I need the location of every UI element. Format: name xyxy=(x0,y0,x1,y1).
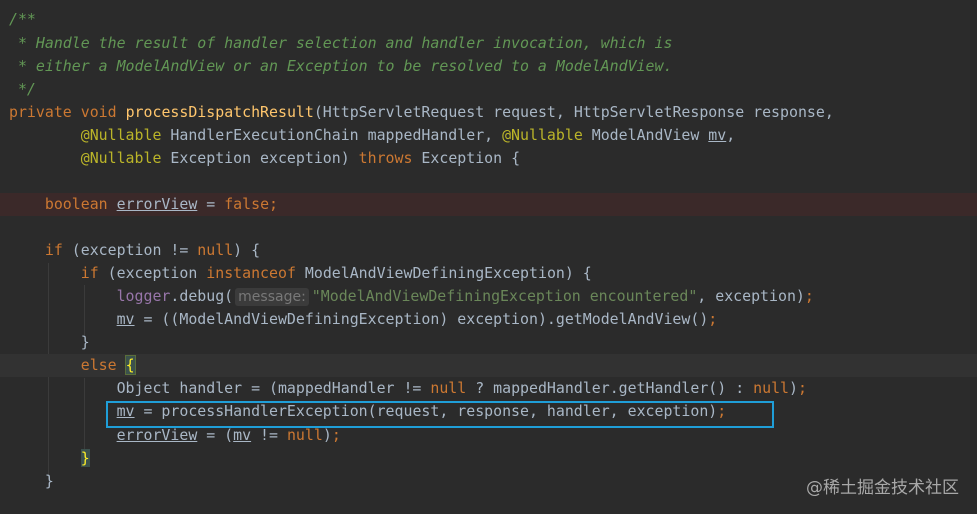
matched-brace: } xyxy=(80,449,90,467)
code-content: else { xyxy=(9,354,136,377)
code-text: ModelAndViewDefiningException) { xyxy=(295,264,592,282)
code-text: , xyxy=(726,126,736,144)
code-line[interactable]: if (exception != null) { xyxy=(0,239,977,262)
code-content: @Nullable Exception exception) throws Ex… xyxy=(9,147,520,170)
code-text: = ((ModelAndViewDefiningException) excep… xyxy=(134,310,709,328)
code-line[interactable]: * either a ModelAndView or an Exception … xyxy=(0,55,977,78)
code-text: , exception) xyxy=(697,287,805,305)
keyword: null xyxy=(753,379,790,397)
code-text: Object handler = (mappedHandler != xyxy=(116,379,431,397)
annotation: @Nullable xyxy=(80,126,162,144)
doc-comment: * Handle the result of handler selection… xyxy=(9,34,673,52)
code-text: ) { xyxy=(233,241,261,259)
code-text: HandlerExecutionChain mappedHandler, xyxy=(161,126,503,144)
code-text: = ( xyxy=(197,426,234,444)
code-text: ModelAndView xyxy=(582,126,709,144)
code-text: (HttpServletRequest request, HttpServlet… xyxy=(313,103,834,121)
code-content: logger.debug(message: "ModelAndViewDefini… xyxy=(9,285,814,308)
closing-brace: } xyxy=(80,333,90,351)
code-line[interactable]: /** xyxy=(0,8,977,31)
keyword: throws xyxy=(358,149,413,167)
keyword: void xyxy=(80,103,117,121)
code-line[interactable]: logger.debug(message: "ModelAndViewDefini… xyxy=(0,285,977,308)
keyword: false xyxy=(224,195,270,213)
keyword: null xyxy=(430,379,467,397)
string-literal: "ModelAndViewDefiningException encounter… xyxy=(311,287,698,305)
code-line[interactable]: mv = ((ModelAndViewDefiningException) ex… xyxy=(0,308,977,331)
code-text: .debug( xyxy=(170,287,234,305)
code-text: != xyxy=(251,426,287,444)
code-content: } xyxy=(9,470,54,493)
keyword: null xyxy=(286,426,323,444)
method-signature: private void processDispatchResult(HttpS… xyxy=(9,101,834,124)
semicolon: ; xyxy=(269,195,278,213)
keyword: instanceof xyxy=(206,264,296,282)
keyword: null xyxy=(197,241,234,259)
semicolon: ; xyxy=(708,310,718,328)
code-line[interactable]: } xyxy=(0,447,977,470)
annotation: @Nullable xyxy=(80,149,162,167)
keyword: private xyxy=(9,103,72,121)
keyword: boolean xyxy=(44,195,108,213)
code-line[interactable]: if (exception instanceof ModelAndViewDef… xyxy=(0,262,977,285)
code-text: Exception exception) xyxy=(161,149,359,167)
semicolon: ; xyxy=(804,287,814,305)
code-line[interactable]: @Nullable HandlerExecutionChain mappedHa… xyxy=(0,124,977,147)
code-text: (exception xyxy=(98,264,207,282)
semicolon: ; xyxy=(331,426,341,444)
variable-mv: mv xyxy=(233,426,252,444)
keyword: if xyxy=(44,241,63,259)
code-content: if (exception instanceof ModelAndViewDef… xyxy=(9,262,592,285)
code-line[interactable]: */ xyxy=(0,78,977,101)
highlight-box xyxy=(106,401,774,428)
variable-mv: mv xyxy=(708,126,727,144)
code-content: boolean errorView = false; xyxy=(9,193,278,216)
code-content: mv = ((ModelAndViewDefiningException) ex… xyxy=(9,308,718,331)
code-editor[interactable]: /** * Handle the result of handler selec… xyxy=(0,0,977,514)
code-content: } xyxy=(9,331,90,354)
code-content: @Nullable HandlerExecutionChain mappedHa… xyxy=(9,124,735,147)
doc-comment: /** xyxy=(9,10,36,28)
code-content: if (exception != null) { xyxy=(9,239,260,262)
code-line[interactable]: @Nullable Exception exception) throws Ex… xyxy=(0,147,977,170)
code-text: ) xyxy=(322,426,332,444)
variable-mv: mv xyxy=(116,310,135,328)
watermark: @稀土掘金技术社区 xyxy=(806,478,959,498)
closing-brace: } xyxy=(44,472,54,490)
code-text: Exception { xyxy=(412,149,521,167)
keyword: if xyxy=(80,264,99,282)
variable-errorview: errorView xyxy=(116,426,198,444)
code-text: = xyxy=(197,195,225,213)
method-name: processDispatchResult xyxy=(125,103,314,121)
doc-comment: * either a ModelAndView or an Exception … xyxy=(9,57,673,75)
code-text: (exception != xyxy=(62,241,198,259)
doc-comment: */ xyxy=(9,80,36,98)
keyword: else xyxy=(80,356,117,374)
matched-brace: { xyxy=(124,355,136,375)
code-line[interactable]: } xyxy=(0,331,977,354)
code-content: } xyxy=(9,447,90,470)
parameter-hint: message: xyxy=(235,288,309,306)
code-line-error[interactable]: boolean errorView = false; xyxy=(0,193,977,216)
code-content: Object handler = (mappedHandler != null … xyxy=(9,377,807,400)
code-line[interactable]: Object handler = (mappedHandler != null … xyxy=(0,377,977,400)
code-text: ? mappedHandler.getHandler() : xyxy=(466,379,754,397)
code-line[interactable]: private void processDispatchResult(HttpS… xyxy=(0,101,977,124)
code-text: ) xyxy=(789,379,798,397)
variable-errorview: errorView xyxy=(116,195,198,213)
annotation: @Nullable xyxy=(502,126,583,144)
field-logger: logger xyxy=(116,287,171,305)
semicolon: ; xyxy=(797,379,807,397)
code-line[interactable]: * Handle the result of handler selection… xyxy=(0,32,977,55)
code-line-current[interactable]: else { xyxy=(0,354,977,377)
